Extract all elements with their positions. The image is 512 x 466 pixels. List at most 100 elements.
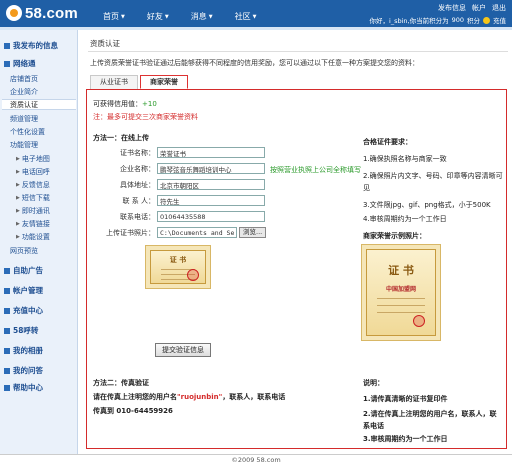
sidebar-section-label: 我的问答	[13, 366, 43, 375]
sidebar-section-ads[interactable]: 自助广告	[4, 265, 43, 276]
triangle-right-icon: ▶	[16, 208, 20, 214]
cert-line	[377, 305, 425, 306]
sidebar-item-company-intro[interactable]: 企业简介	[10, 87, 38, 97]
cert-thumbnail-title: 证 书	[169, 256, 187, 264]
sidebar-section-recharge[interactable]: 充值中心	[4, 305, 43, 316]
top-links: 发布信息 帐户 退出	[432, 3, 506, 13]
method1-title: 方法一：在线上传	[93, 134, 149, 142]
notes-title: 说明：	[363, 379, 384, 387]
top-navigation-bar: 58.com 首页 ▼ 好友 ▼ 消息 ▼ 社区 ▼ 发布信息 帐户 退出 你好，i_s…	[0, 0, 512, 27]
bullet-icon	[4, 42, 10, 49]
requirement-item: 1.确保执照名称与商家一致	[363, 155, 447, 163]
sidebar-section-label: 自助广告	[13, 266, 43, 275]
sidebar-section-58call[interactable]: 58呼转	[4, 325, 38, 336]
title-divider	[88, 51, 508, 52]
triangle-right-icon: ▶	[16, 234, 20, 240]
tab-practice-cert[interactable]: 从业证书	[90, 75, 138, 89]
example-cert-frame: 证 书 中国加盟网	[366, 249, 436, 336]
example-photo-title: 商家荣誉示例照片：	[363, 232, 426, 240]
address-input[interactable]	[157, 179, 265, 190]
sidebar-section-label: 网络通	[13, 59, 36, 68]
main-content: 资质认证 上传资质荣誉证书验证通过后能够获得不同程度的信用奖励，您可以通过以下任…	[80, 30, 512, 454]
nav-messages-label: 消息	[190, 12, 207, 21]
sidebar-sub-sms[interactable]: ▶ 短信下载	[16, 193, 50, 203]
contact-label: 联 系 人：	[122, 197, 155, 205]
sidebar-section-my-posts[interactable]: 我发布的信息	[4, 40, 58, 51]
sidebar-sub-feedback[interactable]: ▶ 反馈信息	[16, 180, 50, 190]
fax-instruction-pre: 请在传真上注明您的用户名	[93, 393, 177, 401]
sidebar-section-label: 我发布的信息	[13, 41, 58, 50]
sidebar-sub-links[interactable]: ▶ 友情链接	[16, 219, 50, 229]
intro-text: 上传资质荣誉证书验证通过后能够获得不同程度的信用奖励，您可以通过以下任意一种方案…	[90, 59, 419, 67]
triangle-right-icon: ▶	[16, 169, 20, 175]
page-title: 资质认证	[90, 39, 120, 48]
post-info-link[interactable]: 发布信息	[438, 3, 466, 13]
bullet-icon	[4, 367, 10, 374]
sidebar-section-qa[interactable]: 我的问答	[4, 365, 43, 376]
cert-line	[377, 298, 425, 299]
bullet-icon	[4, 267, 10, 274]
method2-title: 方法二：传真验证	[93, 379, 149, 387]
fax-username: "ruojunbin"	[177, 393, 223, 401]
example-cert-image[interactable]: 证 书 中国加盟网	[361, 244, 441, 341]
tab-merchant-honor[interactable]: 商家荣誉	[140, 75, 188, 89]
cert-thumbnail[interactable]: 证 书	[145, 245, 211, 289]
browse-button[interactable]: 浏览...	[239, 227, 267, 238]
sidebar-sub-label: 功能设置	[21, 233, 50, 241]
bullet-icon	[4, 307, 10, 314]
submit-verification-button[interactable]: 提交验证信息	[155, 343, 211, 357]
sidebar-item-features[interactable]: 功能管理	[10, 140, 38, 150]
account-link[interactable]: 帐户	[472, 3, 486, 13]
sidebar-item-personalize[interactable]: 个性化设置	[10, 127, 45, 137]
sidebar-item-qualification[interactable]: 资质认证	[2, 99, 76, 110]
sidebar-sub-im[interactable]: ▶ 即时通讯	[16, 206, 50, 216]
nav-home[interactable]: 首页 ▼	[103, 11, 125, 22]
upload-path-input[interactable]	[157, 227, 237, 238]
cert-name-input[interactable]	[157, 147, 265, 158]
sidebar-sub-label: 电话回呼	[21, 168, 50, 176]
nav-messages[interactable]: 消息 ▼	[191, 11, 213, 22]
chevron-down-icon: ▼	[164, 13, 169, 20]
example-cert-subtitle: 中国加盟网	[385, 286, 416, 293]
sidebar-sub-label: 电子地图	[21, 155, 50, 163]
contact-input[interactable]	[157, 195, 265, 206]
triangle-right-icon: ▶	[16, 221, 20, 227]
bullet-icon	[4, 384, 10, 391]
sidebar-section-account[interactable]: 帐户管理	[4, 285, 43, 296]
recharge-link[interactable]: 充值	[493, 15, 506, 25]
nav-friends[interactable]: 好友 ▼	[147, 11, 169, 22]
sidebar-section-label: 帮助中心	[13, 383, 43, 392]
note-item: 1.请传真清晰的证书复印件	[363, 395, 448, 403]
nav-community[interactable]: 社区 ▼	[235, 11, 257, 22]
sidebar-section-wangluotong[interactable]: 网络通	[4, 58, 36, 69]
credit-label: 可获得信用值：	[93, 100, 142, 108]
sidebar-sub-label: 友情链接	[21, 220, 50, 228]
sidebar-sub-label: 短信下载	[21, 194, 50, 202]
nav-friends-label: 好友	[146, 12, 163, 21]
sidebar-sub-label: 即时通讯	[21, 207, 50, 215]
company-name-input[interactable]	[157, 163, 265, 174]
phone-input[interactable]	[157, 211, 265, 222]
sidebar-section-album[interactable]: 我的相册	[4, 345, 43, 356]
sidebar-item-preview[interactable]: 网页预览	[10, 246, 38, 256]
sidebar-item-shop-home[interactable]: 店铺首页	[10, 74, 38, 84]
requirement-item: 3.文件限jpg、gif、png格式，小于500K	[363, 201, 491, 209]
sidebar-section-help[interactable]: 帮助中心	[4, 382, 43, 393]
points-value: 900	[451, 16, 464, 24]
nav-community-label: 社区	[234, 12, 251, 21]
seal-icon	[187, 269, 199, 281]
sidebar-sub-map[interactable]: ▶ 电子地图	[16, 154, 50, 164]
fax-instruction-line: 请在传真上注明您的用户名"ruojunbin"，联系人，联系电话	[93, 392, 285, 402]
note-item: 2.请在传真上注明您的用户名，联系人，联系电话	[363, 410, 497, 430]
sidebar-section-label: 我的相册	[13, 346, 43, 355]
main-nav: 首页 ▼ 好友 ▼ 消息 ▼ 社区 ▼	[103, 11, 278, 22]
logout-link[interactable]: 退出	[492, 3, 506, 13]
site-logo[interactable]: 58.com	[6, 4, 86, 22]
sidebar-sub-callback[interactable]: ▶ 电话回呼	[16, 167, 50, 177]
requirement-item: 2.确保照片内文字、号码、印章等内容清晰可见	[363, 172, 503, 192]
note-item: 3.审核周期约为一个工作日	[363, 435, 448, 443]
bullet-icon	[4, 60, 10, 67]
sidebar-item-channel-mgmt[interactable]: 频道管理	[10, 114, 38, 124]
sidebar-sub-settings[interactable]: ▶ 功能设置	[16, 232, 50, 242]
logo-text: 58.com	[25, 4, 78, 22]
